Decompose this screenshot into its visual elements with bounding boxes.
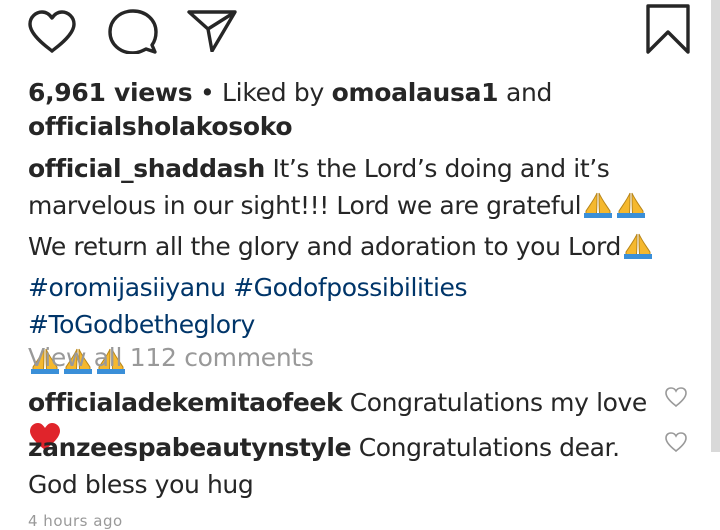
liker-username[interactable]: officialsholakosoko — [28, 112, 293, 141]
caption-username[interactable]: official_shaddash — [28, 154, 265, 183]
separator-dot: • — [199, 78, 215, 107]
caption-text: We return all the glory and adoration to… — [28, 232, 621, 261]
liker-username[interactable]: omoalausa1 — [332, 78, 499, 107]
caption-hashtags[interactable]: #oromijasiiyanu #Godofpossibilities #ToG… — [28, 273, 468, 339]
liked-by-label: Liked by — [222, 78, 324, 107]
folded-hands-emoji — [622, 232, 654, 269]
folded-hands-emoji — [582, 191, 614, 228]
comment-text: Congratulations my love — [349, 388, 648, 417]
comment-like-heart-icon[interactable] — [664, 431, 688, 453]
comment-like-heart-icon[interactable] — [664, 386, 688, 408]
comment-username[interactable]: zanzeespabeautynstyle — [28, 433, 352, 462]
share-paper-plane-icon[interactable] — [187, 8, 237, 52]
comment-bubble-icon[interactable] — [108, 8, 158, 54]
like-heart-icon[interactable] — [27, 10, 77, 54]
save-bookmark-icon[interactable] — [646, 4, 690, 54]
post-actions-bar — [0, 0, 720, 60]
view-count[interactable]: 6,961 views — [28, 78, 193, 107]
folded-hands-emoji — [615, 191, 647, 228]
post-stats: 6,961 views • Liked by omoalausa1 and of… — [28, 76, 688, 144]
view-all-comments-link[interactable]: View all 112 comments — [28, 343, 314, 372]
comment-username[interactable]: officialadekemitaofeek — [28, 388, 343, 417]
and-label: and — [505, 78, 553, 107]
comment-row: zanzeespabeautynstyle Congratulations de… — [28, 429, 648, 503]
scrollbar[interactable] — [711, 0, 720, 452]
post-timestamp: 4 hours ago — [28, 512, 123, 530]
